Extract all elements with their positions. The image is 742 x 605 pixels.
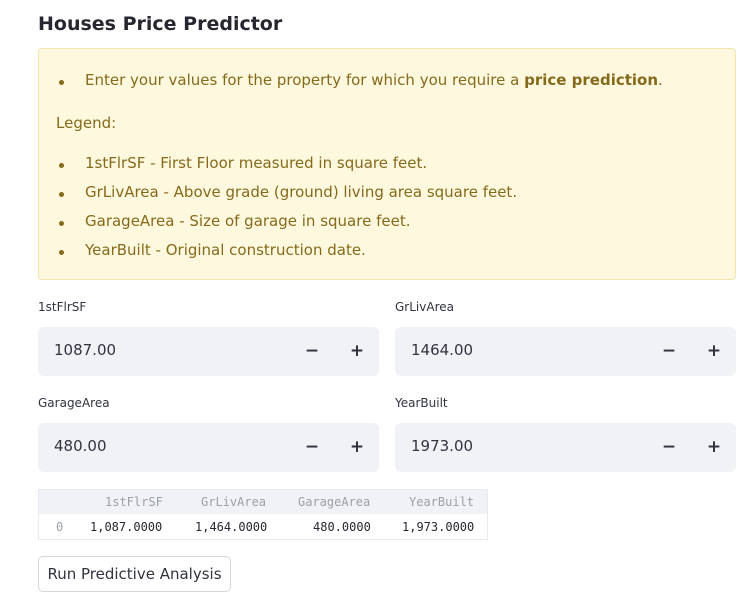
input-1stflrsf-value[interactable]: 1087.00 bbox=[54, 341, 116, 359]
table-cell[interactable]: 1,973.0000 bbox=[402, 520, 474, 534]
column-header[interactable]: YearBuilt bbox=[409, 495, 474, 509]
bullet-icon bbox=[59, 163, 64, 168]
bullet-icon bbox=[59, 221, 64, 226]
legend-label: Legend: bbox=[56, 114, 117, 132]
table-cell[interactable]: 1,464.0000 bbox=[195, 520, 267, 534]
bullet-icon bbox=[59, 250, 64, 255]
label-1stflrsf: 1stFlrSF bbox=[38, 300, 87, 314]
info-box: Enter your values for the property for w… bbox=[38, 48, 736, 280]
input-garagearea[interactable]: 480.00 − + bbox=[38, 423, 379, 472]
row-index: 0 bbox=[56, 520, 64, 534]
table-cell[interactable]: 480.0000 bbox=[313, 520, 371, 534]
input-yearbuilt[interactable]: 1973.00 − + bbox=[395, 423, 736, 472]
column-header[interactable]: GarageArea bbox=[298, 495, 370, 509]
label-grlivarea: GrLivArea bbox=[395, 300, 454, 314]
label-yearbuilt: YearBuilt bbox=[395, 396, 448, 410]
label-garagearea: GarageArea bbox=[38, 396, 110, 410]
table-cell[interactable]: 1,087.0000 bbox=[90, 520, 162, 534]
decrement-1stflrsf-button[interactable]: − bbox=[301, 339, 323, 363]
decrement-garagearea-button[interactable]: − bbox=[301, 435, 323, 459]
input-yearbuilt-value[interactable]: 1973.00 bbox=[411, 437, 473, 455]
increment-1stflrsf-button[interactable]: + bbox=[346, 339, 368, 363]
dataframe-table[interactable]: 1stFlrSF GrLivArea GarageArea YearBuilt … bbox=[38, 489, 488, 540]
bullet-icon bbox=[59, 192, 64, 197]
run-predictive-analysis-button[interactable]: Run Predictive Analysis bbox=[38, 556, 231, 592]
decrement-yearbuilt-button[interactable]: − bbox=[658, 435, 680, 459]
column-header[interactable]: GrLivArea bbox=[201, 495, 266, 509]
increment-garagearea-button[interactable]: + bbox=[346, 435, 368, 459]
column-header[interactable]: 1stFlrSF bbox=[105, 495, 163, 509]
input-1stflrsf[interactable]: 1087.00 − + bbox=[38, 327, 379, 376]
legend-item-text: YearBuilt - Original construction date. bbox=[85, 241, 366, 259]
input-grlivarea-value[interactable]: 1464.00 bbox=[411, 341, 473, 359]
legend-item-text: GrLivArea - Above grade (ground) living … bbox=[85, 183, 518, 201]
increment-grlivarea-button[interactable]: + bbox=[703, 339, 725, 363]
increment-yearbuilt-button[interactable]: + bbox=[703, 435, 725, 459]
input-garagearea-value[interactable]: 480.00 bbox=[54, 437, 107, 455]
intro-suffix: . bbox=[658, 71, 663, 89]
input-grlivarea[interactable]: 1464.00 − + bbox=[395, 327, 736, 376]
decrement-grlivarea-button[interactable]: − bbox=[658, 339, 680, 363]
legend-item-text: 1stFlrSF - First Floor measured in squar… bbox=[85, 154, 428, 172]
bullet-icon bbox=[59, 80, 64, 85]
legend-item-text: GarageArea - Size of garage in square fe… bbox=[85, 212, 411, 230]
intro-bold-text: price prediction bbox=[524, 71, 659, 89]
intro-text: Enter your values for the property for w… bbox=[85, 71, 525, 89]
page-title: Houses Price Predictor bbox=[38, 13, 283, 35]
